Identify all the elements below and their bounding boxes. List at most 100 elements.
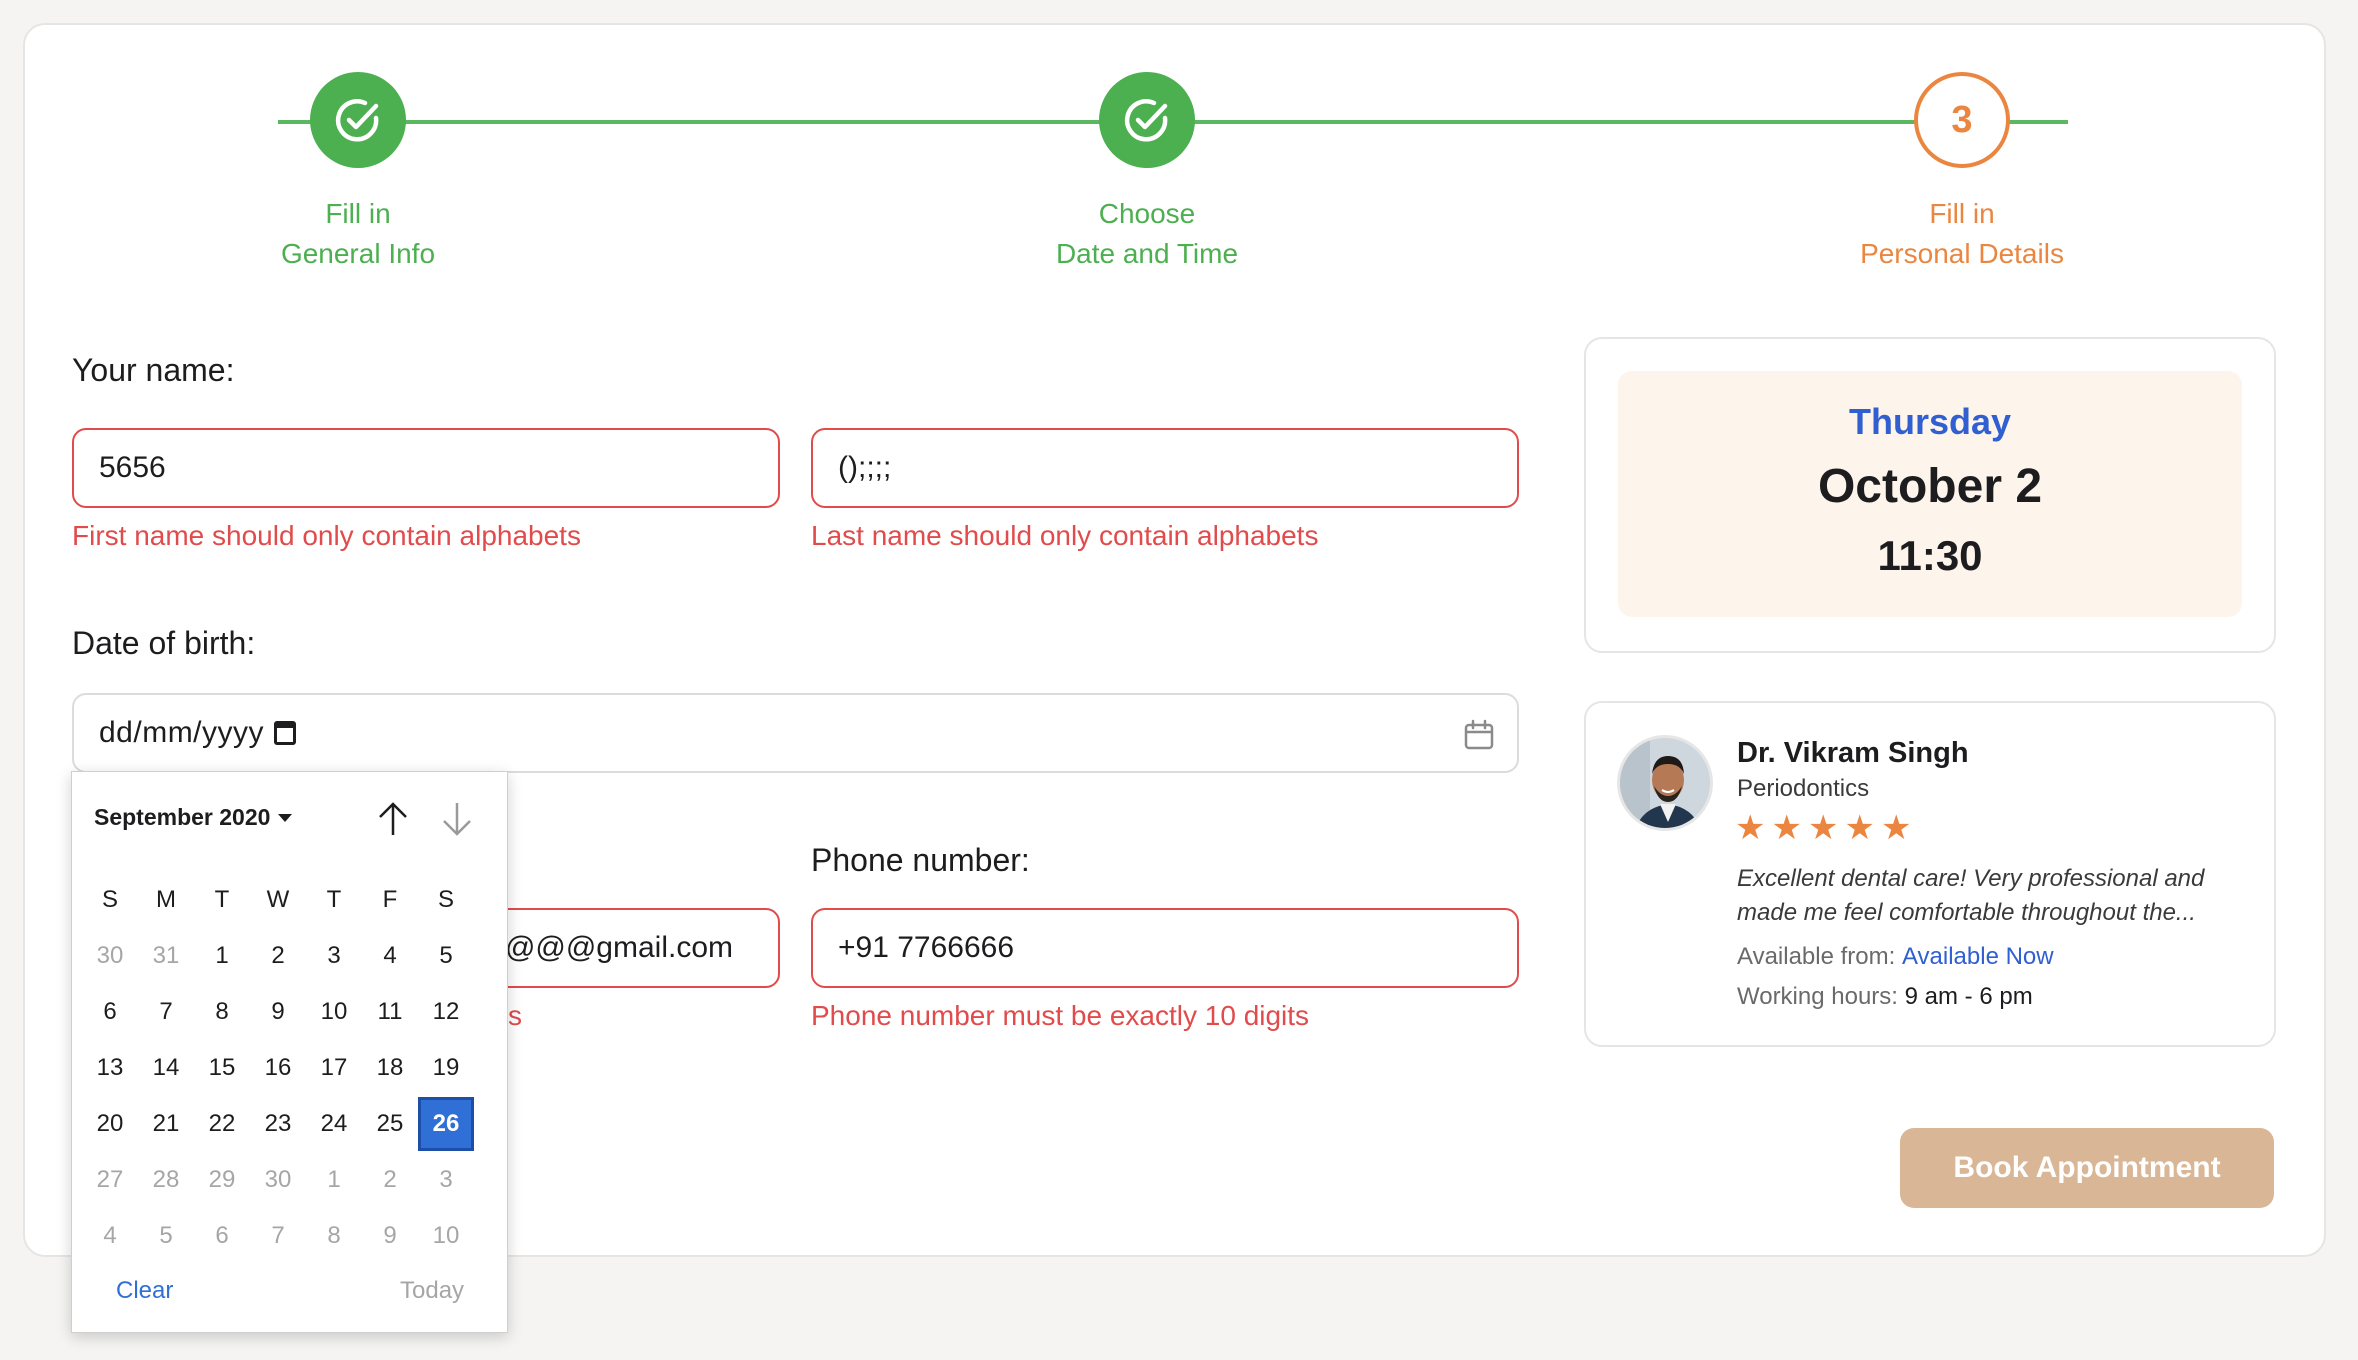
availability-row: Available from: Available Now: [1737, 943, 2054, 971]
calendar-day[interactable]: 5: [418, 929, 474, 983]
first-name-input[interactable]: 5656: [72, 428, 780, 508]
calendar-day[interactable]: 1: [194, 929, 250, 983]
name-label: Your name:: [72, 352, 235, 388]
calendar-day[interactable]: 24: [306, 1097, 362, 1151]
calendar-icon[interactable]: [1463, 719, 1495, 751]
step-1-label: Fill in General Info: [158, 194, 558, 274]
calendar-week-row: 27 28 29 30 1 2 3: [82, 1152, 530, 1208]
check-circle-icon: [1124, 99, 1168, 142]
hours-row: Working hours: 9 am - 6 pm: [1737, 983, 2033, 1011]
first-name-error: First name should only contain alphabets: [72, 520, 581, 551]
star-icon: ★: [1844, 809, 1875, 847]
calendar-day[interactable]: 16: [250, 1041, 306, 1095]
calendar-day[interactable]: 9: [362, 1209, 418, 1263]
calendar-day[interactable]: 6: [194, 1209, 250, 1263]
calendar-day[interactable]: 20: [82, 1097, 138, 1151]
calendar-mini-icon[interactable]: [274, 721, 297, 745]
step-2-check: [1099, 72, 1195, 168]
calendar-day[interactable]: 7: [250, 1209, 306, 1263]
phone-error: Phone number must be exactly 10 digits: [811, 1000, 1310, 1031]
calendar-day[interactable]: 4: [82, 1209, 138, 1263]
calendar-day[interactable]: 15: [194, 1041, 250, 1095]
date-picker-popup: September 2020 S M T W T F S 30 31 1 2 3 4 5 6 7…: [71, 771, 508, 1333]
weekday-header-row: S M T W T F S: [82, 872, 530, 928]
star-icon: ★: [1807, 809, 1839, 847]
step-3-label: Fill in Personal Details: [1762, 194, 2162, 274]
clear-button[interactable]: Clear: [116, 1277, 173, 1305]
last-name-error: Last name should only contain alphabets: [811, 520, 1319, 551]
today-button[interactable]: Today: [400, 1277, 464, 1305]
arrow-up-icon[interactable]: [376, 800, 410, 838]
book-appointment-button[interactable]: Book Appointment: [1900, 1128, 2274, 1208]
step-2-line1: Choose: [1098, 198, 1196, 229]
calendar-day[interactable]: 5: [138, 1209, 194, 1263]
calendar-day[interactable]: 30: [82, 929, 138, 983]
calendar-day[interactable]: 14: [138, 1041, 194, 1095]
weekday-header: S: [101, 886, 118, 913]
weekday-header: W: [266, 886, 290, 913]
dob-label: Date of birth:: [72, 625, 256, 661]
calendar-week-row: 13 14 15 16 17 18 19: [82, 1040, 530, 1096]
calendar-day[interactable]: 10: [306, 985, 362, 1039]
calendar-day[interactable]: 13: [82, 1041, 138, 1095]
doctor-name: Dr. Vikram Singh: [1737, 737, 1969, 769]
calendar-day[interactable]: 22: [194, 1097, 250, 1151]
month-year-label: September 2020: [94, 804, 271, 830]
calendar-day[interactable]: 2: [250, 929, 306, 983]
phone-input[interactable]: +91 7766666: [811, 908, 1519, 988]
available-label: Available from:: [1737, 943, 1896, 970]
calendar-day[interactable]: 25: [362, 1097, 418, 1151]
step-1-line2: General Info: [280, 238, 436, 269]
calendar-week-row: 30 31 1 2 3 4 5: [82, 928, 530, 984]
email-value: @@@gmail.com: [504, 931, 733, 964]
calendar-day[interactable]: 1: [306, 1153, 362, 1207]
calendar-day[interactable]: 17: [306, 1041, 362, 1095]
calendar-day[interactable]: 10: [418, 1209, 474, 1263]
month-year-selector[interactable]: September 2020: [94, 804, 293, 831]
calendar-day[interactable]: 26: [418, 1097, 474, 1151]
rating-stars: ★ ★ ★ ★ ★: [1735, 810, 1911, 846]
dob-placeholder: dd/mm/yyyy: [99, 716, 265, 749]
calendar-day[interactable]: 18: [362, 1041, 418, 1095]
star-icon: ★: [1880, 809, 1912, 847]
calendar-grid: S M T W T F S 30 31 1 2 3 4 5 6 7 8 9 10 11 12 13 14 15 1…: [82, 872, 530, 1264]
calendar-day[interactable]: 12: [418, 985, 474, 1039]
calendar-week-row: 20 21 22 23 24 25 26: [82, 1096, 530, 1152]
step-3-number: 3: [1914, 72, 2010, 168]
weekday-header: T: [214, 886, 230, 913]
weekday-header: S: [437, 886, 454, 913]
calendar-day[interactable]: 3: [306, 929, 362, 983]
appointment-date: October 2: [1817, 460, 2043, 513]
star-icon: ★: [1735, 809, 1766, 847]
calendar-day[interactable]: 29: [194, 1153, 250, 1207]
calendar-weeks: 30 31 1 2 3 4 5 6 7 8 9 10 11 12 13 14 15 16 17 18 19 20 21 22 2…: [82, 928, 530, 1264]
check-circle-icon: [335, 99, 379, 142]
weekday-header: T: [326, 886, 342, 913]
star-icon: ★: [1771, 809, 1802, 847]
calendar-day[interactable]: 9: [250, 985, 306, 1039]
step-1-line1: Fill in: [325, 198, 391, 229]
arrow-down-icon[interactable]: [440, 800, 474, 838]
calendar-day[interactable]: 19: [418, 1041, 474, 1095]
calendar-day[interactable]: 23: [250, 1097, 306, 1151]
doctor-review: Excellent dental care! Very professional…: [1737, 862, 2257, 930]
calendar-week-row: 4 5 6 7 8 9 10: [82, 1208, 530, 1264]
calendar-day[interactable]: 21: [138, 1097, 194, 1151]
calendar-day[interactable]: 7: [138, 985, 194, 1039]
calendar-day[interactable]: 27: [82, 1153, 138, 1207]
calendar-day[interactable]: 11: [362, 985, 418, 1039]
phone-label: Phone number:: [811, 842, 1030, 878]
calendar-day[interactable]: 6: [82, 985, 138, 1039]
calendar-day[interactable]: 30: [250, 1153, 306, 1207]
calendar-day[interactable]: 4: [362, 929, 418, 983]
calendar-day[interactable]: 2: [362, 1153, 418, 1207]
calendar-day[interactable]: 31: [138, 929, 194, 983]
calendar-day[interactable]: 8: [306, 1209, 362, 1263]
last-name-input[interactable]: ();;;;: [811, 428, 1519, 508]
calendar-day[interactable]: 3: [418, 1153, 474, 1207]
calendar-day[interactable]: 8: [194, 985, 250, 1039]
hours-value: 9 am - 6 pm: [1904, 983, 2033, 1010]
calendar-day[interactable]: 28: [138, 1153, 194, 1207]
appointment-time: 11:30: [1877, 532, 1983, 579]
dob-input[interactable]: dd/mm/yyyy: [72, 693, 1519, 773]
